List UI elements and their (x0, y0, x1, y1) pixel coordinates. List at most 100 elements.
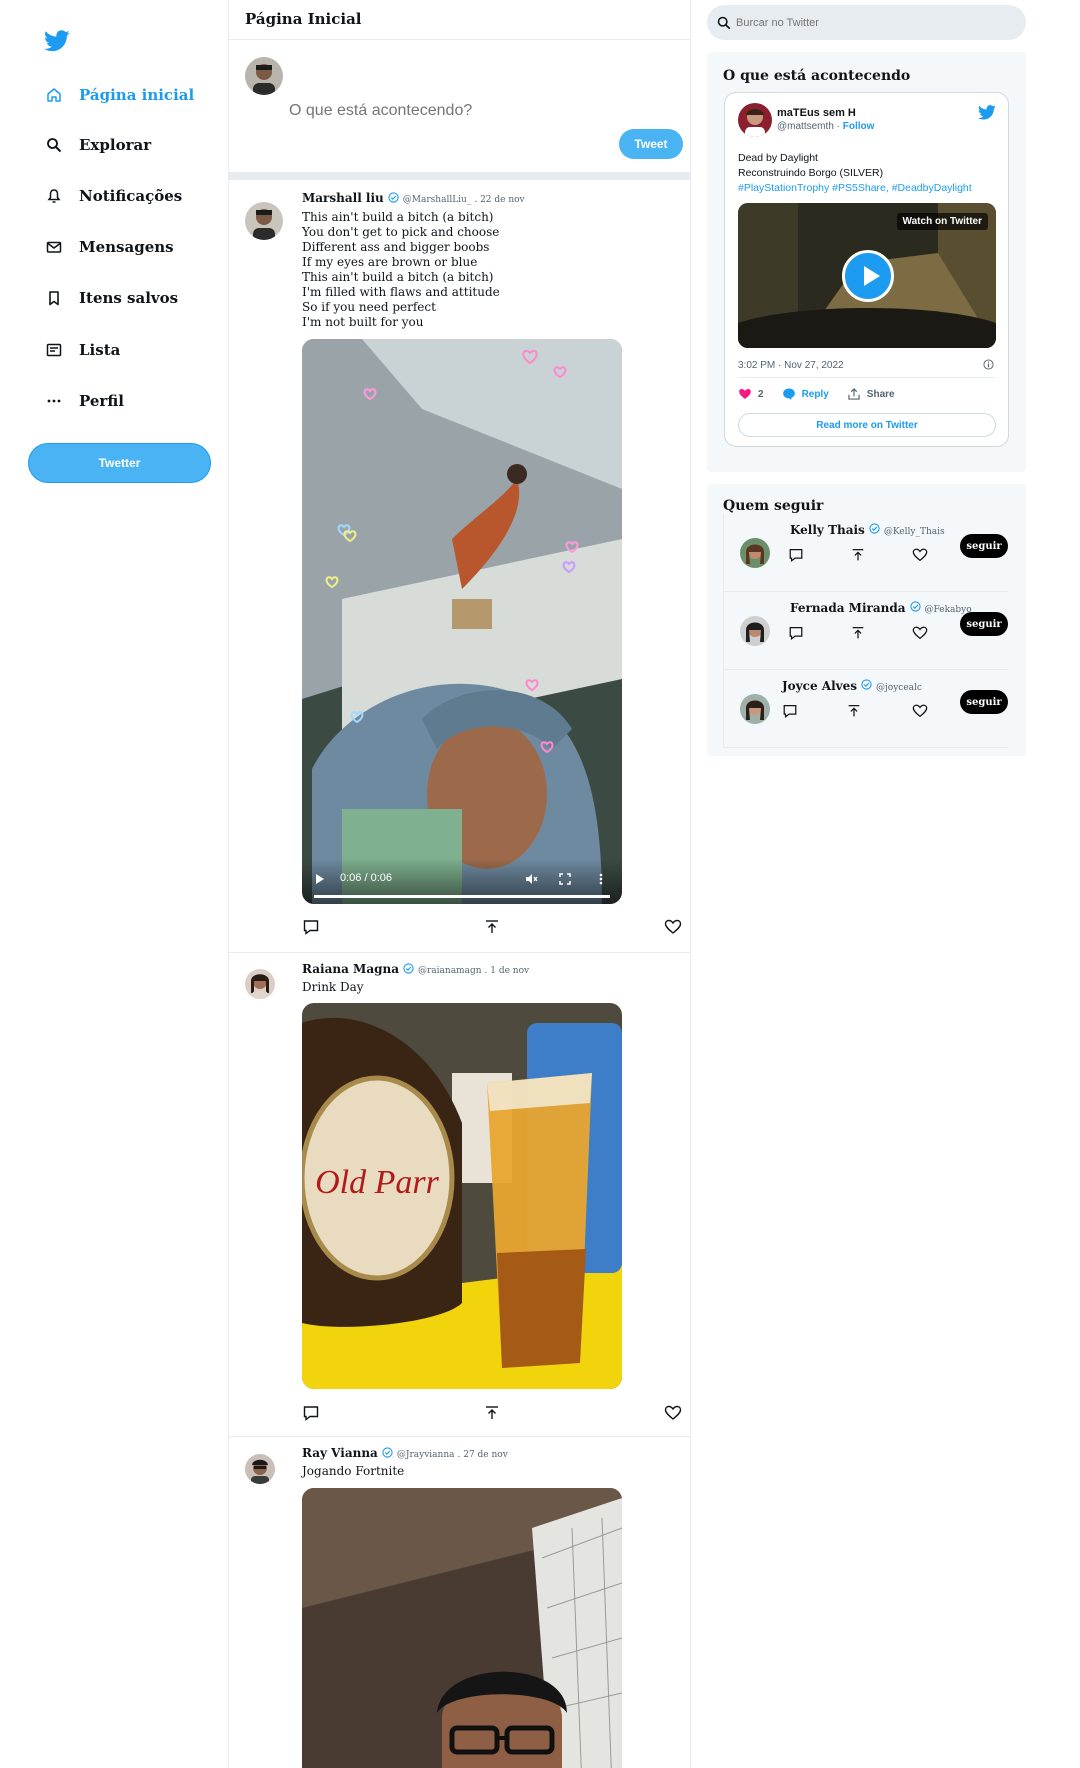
tweet-author-name[interactable]: Raiana Magna (302, 962, 399, 976)
embed-author-name[interactable]: maTEus sem H (777, 107, 856, 119)
verified-badge-icon (388, 192, 399, 203)
tweet-author-avatar[interactable] (245, 202, 283, 240)
tweet-composer: Tweet (229, 40, 690, 180)
embed-author-avatar[interactable] (738, 103, 772, 137)
embed-share-button[interactable]: Share (847, 387, 895, 401)
share-icon[interactable] (846, 703, 862, 719)
embed-hashtags[interactable]: #PlayStationTrophy #PS5Share, #DeadbyDay… (738, 182, 972, 194)
tweet-author-name[interactable]: Ray Vianna (302, 1446, 378, 1460)
share-icon[interactable] (850, 547, 866, 563)
reply-icon[interactable] (782, 703, 798, 719)
reply-icon[interactable] (788, 547, 804, 563)
search-box[interactable] (707, 5, 1026, 40)
play-video-icon[interactable] (842, 250, 894, 302)
tweet-author-avatar[interactable] (245, 969, 275, 999)
nav-item-bookmarks[interactable]: Itens salvos (44, 283, 178, 313)
embed-video[interactable]: Watch on Twitter (738, 203, 996, 348)
like-icon[interactable] (912, 625, 928, 641)
share-icon[interactable] (483, 1404, 501, 1422)
share-icon[interactable] (483, 918, 501, 936)
embed-reply-button[interactable]: Reply (782, 387, 829, 401)
nav-label-profile: Perfil (79, 392, 124, 410)
suggestion-name[interactable]: Kelly Thais (790, 523, 865, 537)
suggestion-avatar[interactable] (740, 616, 770, 646)
embed-handle-text[interactable]: @mattsemth (777, 121, 834, 132)
like-icon[interactable] (912, 547, 928, 563)
verified-badge-icon (382, 1447, 393, 1458)
follow-suggestion[interactable]: Joyce Alves @joycealc seguir (723, 670, 1008, 748)
tweet-image[interactable] (302, 1488, 622, 1768)
nav-item-notifications[interactable]: Notificações (44, 181, 182, 211)
twitter-logo-icon[interactable] (44, 30, 70, 52)
like-icon[interactable] (664, 1404, 682, 1422)
more-icon (44, 391, 64, 411)
video-frame (302, 339, 622, 904)
volume-icon[interactable] (524, 872, 538, 886)
nav-item-profile[interactable]: Perfil (44, 386, 124, 416)
video-controls: 0:06 / 0:06 (302, 858, 622, 904)
tweet-date[interactable]: . 22 de nov (474, 195, 524, 205)
lyric-line: I'm filled with flaws and attitude (302, 285, 500, 299)
follow-link[interactable]: Follow (843, 121, 875, 132)
composer-input[interactable] (289, 102, 669, 120)
reply-icon[interactable] (302, 1404, 320, 1422)
suggestion-avatar[interactable] (740, 538, 770, 568)
tweet-button[interactable]: Tweet (619, 129, 683, 159)
home-icon (44, 85, 64, 105)
nav-item-explore[interactable]: Explorar (44, 130, 151, 160)
play-icon[interactable] (316, 874, 324, 884)
read-more-button[interactable]: Read more on Twitter (738, 413, 996, 437)
verified-badge-icon (869, 523, 880, 534)
search-input[interactable] (736, 16, 996, 29)
suggestion-name[interactable]: Joyce Alves (782, 679, 857, 693)
embed-like-button[interactable]: 2 (738, 387, 764, 401)
embed-timestamp[interactable]: 3:02 PM · Nov 27, 2022 (738, 360, 844, 371)
tweet-author-handle[interactable]: @MarshallLiu_ (403, 195, 472, 205)
embed-text-line: Dead by Daylight (738, 152, 818, 164)
suggestion-handle[interactable]: @joycealc (876, 683, 922, 693)
follow-button[interactable]: seguir (960, 534, 1008, 558)
tweet-image[interactable]: Old Parr (302, 1003, 622, 1389)
tweet-video[interactable]: 0:06 / 0:06 (302, 339, 622, 904)
tweet-item[interactable]: Marshall liu @MarshallLiu_ . 22 de nov T… (229, 181, 690, 953)
share-icon[interactable] (850, 625, 866, 641)
nav-item-messages[interactable]: Mensagens (44, 232, 174, 262)
nav-item-lists[interactable]: Lista (44, 335, 120, 365)
info-icon[interactable] (983, 359, 994, 370)
more-options-icon[interactable] (594, 872, 608, 886)
follow-suggestion[interactable]: Kelly Thais @Kelly_Thais seguir (723, 514, 1008, 592)
tweet-date[interactable]: . 27 de nov (458, 1450, 508, 1460)
tweet-author-handle[interactable]: @raianamagn (418, 966, 482, 976)
suggestion-handle[interactable]: @Kelly_Thais (884, 527, 945, 537)
user-avatar[interactable] (245, 57, 283, 95)
verified-badge-icon (861, 679, 872, 690)
suggestion-name[interactable]: Fernada Miranda (790, 601, 906, 615)
fullscreen-icon[interactable] (558, 872, 572, 886)
tweet-author-handle[interactable]: @Jrayvianna (397, 1450, 455, 1460)
who-to-follow-title: Quem seguir (723, 498, 824, 514)
tweet-item[interactable]: Raiana Magna @raianamagn . 1 de nov Drin… (229, 953, 690, 1437)
follow-button[interactable]: seguir (960, 612, 1008, 636)
tweet-author-name[interactable]: Marshall liu (302, 191, 384, 205)
nav-label-messages: Mensagens (79, 238, 174, 256)
reply-icon[interactable] (302, 918, 320, 936)
follow-button[interactable]: seguir (960, 690, 1008, 714)
embed-author-handle: @mattsemth · Follow (777, 121, 874, 132)
verified-badge-icon (909, 601, 921, 612)
video-progress-bar[interactable] (314, 895, 610, 898)
tweet-author-avatar[interactable] (245, 1454, 275, 1484)
embedded-tweet[interactable]: maTEus sem H @mattsemth · Follow Dead by… (724, 92, 1009, 447)
like-icon[interactable] (912, 703, 928, 719)
twetter-button[interactable]: Twetter (28, 443, 211, 483)
nav-item-home[interactable]: Página inicial (44, 80, 194, 110)
tweet-item[interactable]: Ray Vianna @Jrayvianna . 27 de nov Jogan… (229, 1437, 690, 1768)
suggestion-avatar[interactable] (740, 694, 770, 724)
reply-icon[interactable] (788, 625, 804, 641)
follow-suggestion[interactable]: Fernada Miranda @Fekabyo seguir (723, 592, 1008, 670)
watch-on-twitter-button[interactable]: Watch on Twitter (896, 213, 988, 230)
like-icon[interactable] (664, 918, 682, 936)
tweet-date[interactable]: . 1 de nov (485, 966, 530, 976)
suggestion-actions (782, 703, 932, 719)
nav-label-bookmarks: Itens salvos (79, 289, 179, 307)
twitter-bird-icon[interactable] (978, 105, 996, 120)
